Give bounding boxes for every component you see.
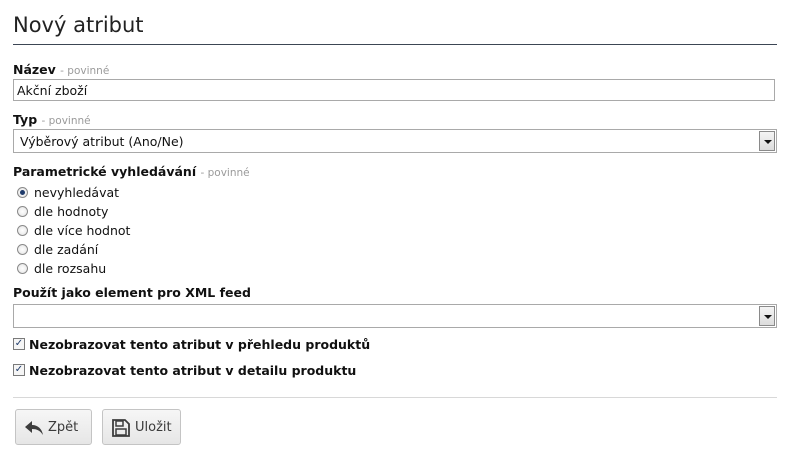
search-label-row: Parametrické vyhledávání - povinné	[13, 164, 250, 179]
xml-feed-select[interactable]	[13, 304, 777, 328]
name-label-row: Název - povinné	[13, 62, 109, 77]
radio-button[interactable]	[17, 225, 28, 236]
new-attribute-form: Nový atribut Název - povinné Typ - povin…	[0, 0, 794, 470]
name-label: Název	[13, 62, 56, 77]
page-title: Nový atribut	[13, 13, 144, 37]
save-button[interactable]: Uložit	[102, 409, 181, 445]
radio-label: nevyhledávat	[34, 185, 120, 200]
radio-label: dle hodnoty	[34, 204, 109, 219]
hide-in-list-label: Nezobrazovat tento atribut v přehledu pr…	[29, 337, 371, 352]
title-divider	[13, 44, 777, 45]
undo-arrow-icon	[25, 421, 43, 435]
name-required-note: - povinné	[60, 65, 110, 77]
back-button-label: Zpět	[48, 420, 79, 435]
type-label-row: Typ - povinné	[13, 112, 91, 127]
name-input[interactable]	[13, 79, 775, 101]
radio-button[interactable]	[17, 263, 28, 274]
hide-in-detail-checkbox[interactable]: ✓	[13, 364, 25, 376]
type-dropdown-button[interactable]	[759, 131, 775, 151]
type-select-value: Výběrový atribut (Ano/Ne)	[20, 134, 184, 149]
chevron-down-icon	[764, 140, 772, 144]
type-label: Typ	[13, 112, 38, 127]
search-label: Parametrické vyhledávání	[13, 164, 197, 179]
xml-label: Použít jako element pro XML feed	[13, 285, 251, 300]
xml-label-row: Použít jako element pro XML feed	[13, 285, 251, 300]
search-required-note: - povinné	[200, 167, 250, 179]
radio-label: dle rozsahu	[34, 261, 107, 276]
floppy-disk-icon	[112, 419, 130, 437]
back-button[interactable]: Zpět	[15, 409, 92, 445]
radio-label: dle více hodnot	[34, 223, 131, 238]
xml-dropdown-button[interactable]	[759, 306, 775, 326]
actions-divider	[13, 397, 777, 398]
radio-button[interactable]	[17, 187, 28, 198]
radio-button[interactable]	[17, 244, 28, 255]
hide-in-detail-label: Nezobrazovat tento atribut v detailu pro…	[29, 363, 357, 378]
type-required-note: - povinné	[41, 115, 91, 127]
save-button-label: Uložit	[135, 420, 172, 435]
radio-label: dle zadání	[34, 242, 99, 257]
hide-in-list-checkbox[interactable]: ✓	[13, 338, 25, 350]
chevron-down-icon	[764, 315, 772, 319]
radio-button[interactable]	[17, 206, 28, 217]
type-select[interactable]: Výběrový atribut (Ano/Ne)	[13, 129, 777, 153]
